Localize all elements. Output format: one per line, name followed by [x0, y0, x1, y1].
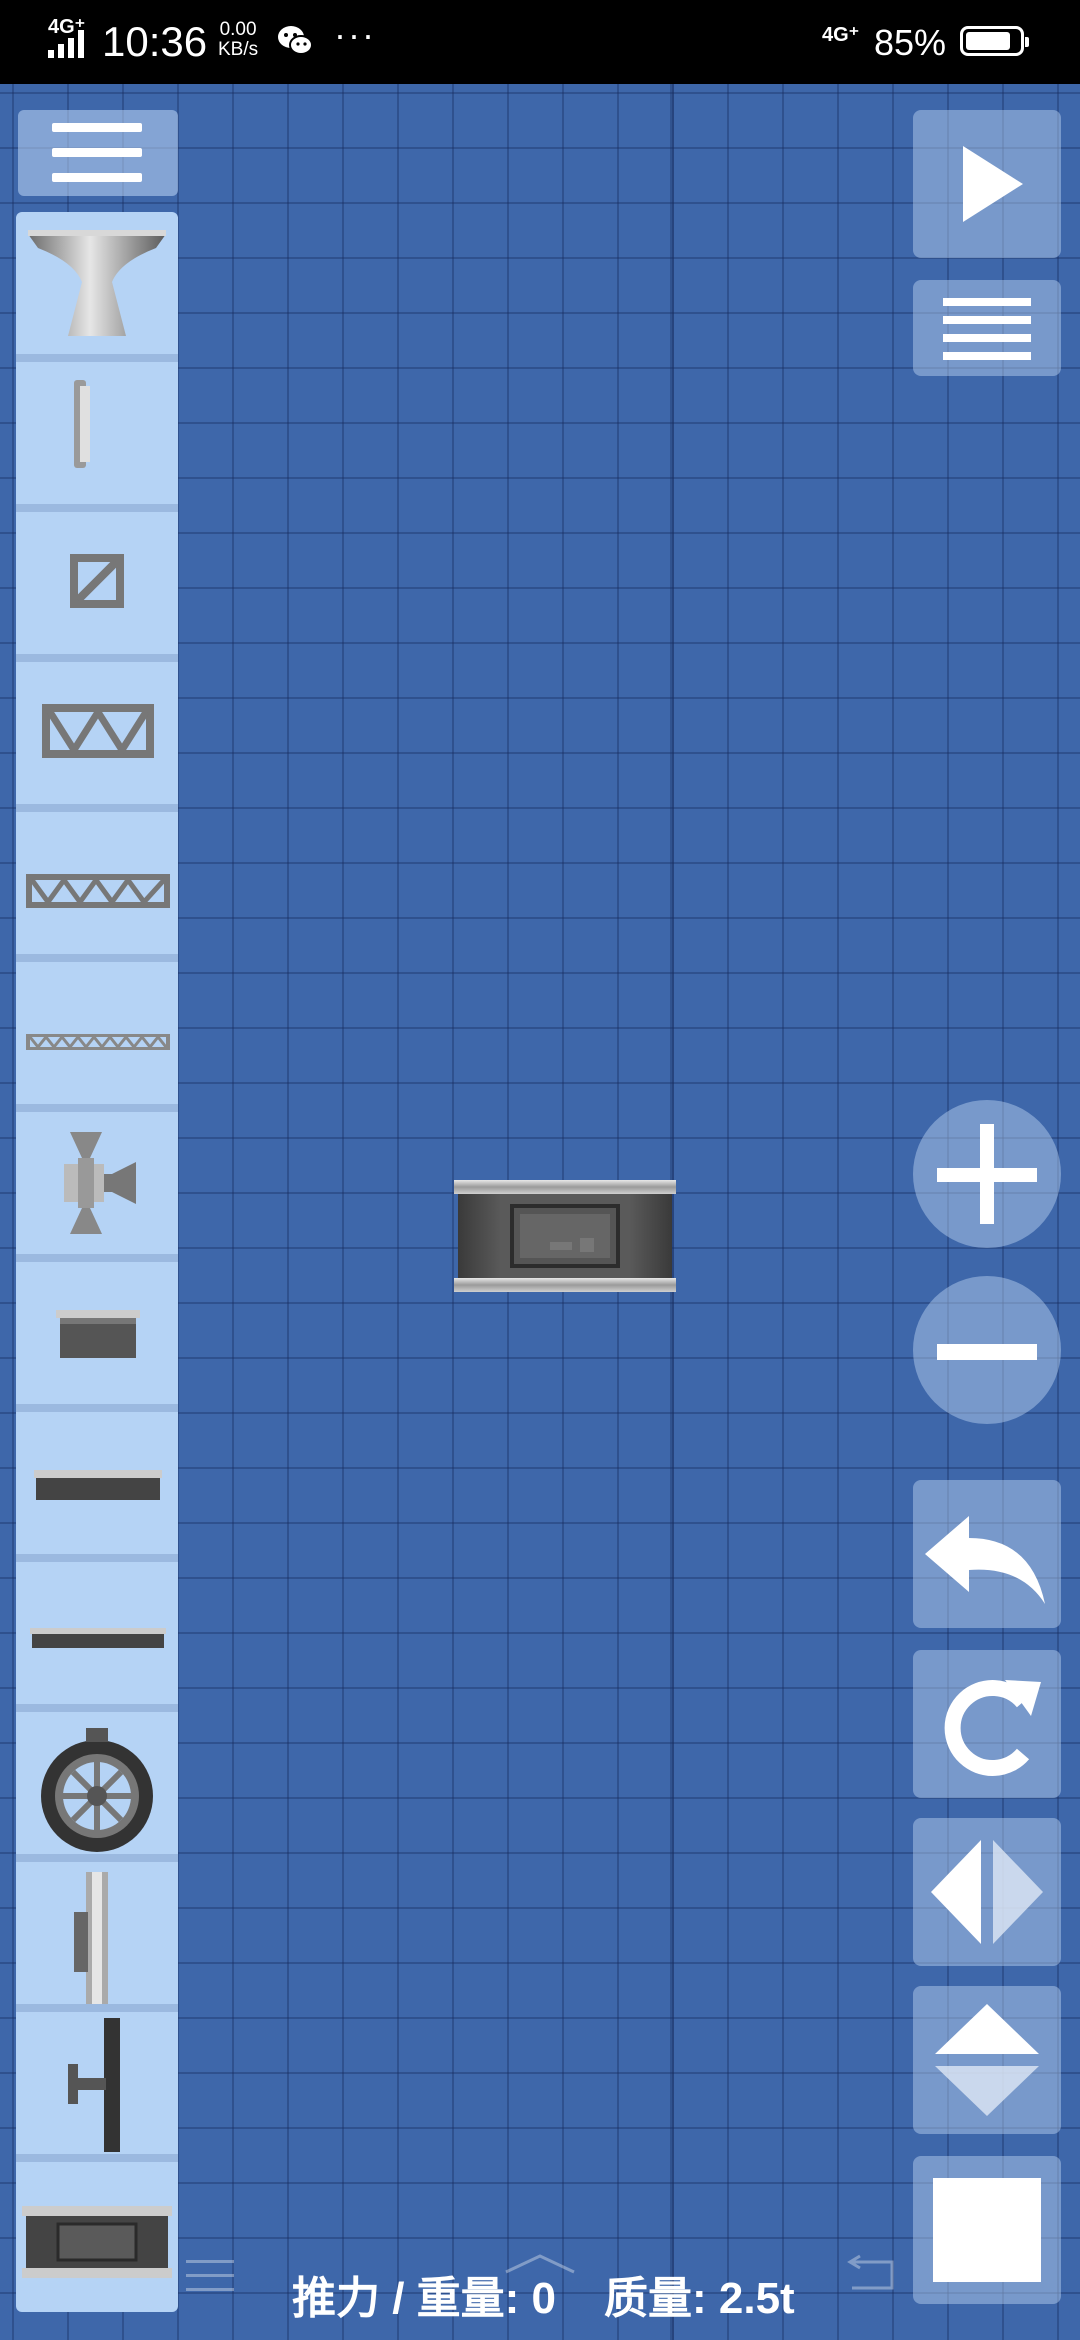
undo-button[interactable]: [913, 1480, 1061, 1628]
hamburger-bar: [52, 148, 142, 157]
rcs-thruster-icon: [64, 1132, 136, 1234]
part-small-tank[interactable]: [16, 1262, 178, 1412]
wheel-icon: [41, 1728, 153, 1852]
zoom-out-button[interactable]: [913, 1276, 1061, 1424]
flip-horizontal-icon: [931, 1840, 1043, 1944]
part-medium-truss[interactable]: [16, 662, 178, 812]
wechat-icon: [278, 26, 313, 55]
network-type-right: 4G⁺: [822, 24, 860, 46]
thrust-weight-ratio: 推力 / 重量: 0: [292, 2274, 557, 2323]
flip-horizontal-button[interactable]: [913, 1818, 1061, 1966]
play-icon: [963, 146, 1023, 222]
network-speed-unit: KB/s: [218, 39, 259, 60]
part-thin-truss[interactable]: [16, 962, 178, 1112]
part-side-mount[interactable]: [16, 1862, 178, 2012]
part-long-truss[interactable]: [16, 812, 178, 962]
status-bar: 4G⁺ 10:36 0.00 KB/s ··· 4G⁺ 85%: [0, 0, 1080, 84]
flip-vertical-icon: [935, 2004, 1039, 2116]
signal-icon: [48, 30, 84, 58]
stats-bar: 推力 / 重量: 0 质量: 2.5t: [0, 2262, 1080, 2323]
strut-arm-icon: [68, 2018, 120, 2152]
part-flat-plate[interactable]: [16, 1412, 178, 1562]
redo-button[interactable]: [913, 1650, 1061, 1798]
more-notifications-icon: ···: [334, 14, 376, 55]
engine-nozzle-icon: [28, 230, 166, 336]
hamburger-menu-icon: [52, 123, 142, 132]
side-panel-icon: [74, 380, 90, 468]
zoom-in-button[interactable]: [913, 1100, 1061, 1248]
network-speed: 0.00 KB/s: [218, 20, 258, 60]
flat-plate-icon: [34, 1470, 162, 1500]
battery-percent: 85%: [874, 22, 947, 63]
battery-icon: [960, 26, 1029, 56]
thin-plate-icon: [30, 1628, 166, 1648]
part-thin-plate[interactable]: [16, 1562, 178, 1712]
part-rcs[interactable]: [16, 1112, 178, 1262]
medium-truss-frame-icon: [42, 704, 154, 758]
parachute-side-icon: [74, 1872, 108, 2004]
battery-level: [966, 32, 1010, 50]
total-mass: 质量: 2.5t: [604, 2274, 795, 2323]
list-menu-icon: [943, 298, 1031, 360]
thin-truss-icon: [26, 1034, 170, 1050]
fuel-tank-small-icon: [56, 1310, 140, 1358]
minus-icon: [937, 1344, 1037, 1360]
small-square-frame-icon: [70, 554, 124, 608]
part-strut[interactable]: [16, 2012, 178, 2162]
plus-icon: [937, 1124, 1037, 1224]
play-button[interactable]: [913, 110, 1061, 258]
flip-vertical-button[interactable]: [913, 1986, 1061, 2134]
hamburger-bar: [52, 173, 142, 182]
long-truss-icon: [26, 874, 170, 908]
part-small-frame[interactable]: [16, 512, 178, 662]
part-side-panel[interactable]: [16, 362, 178, 512]
clock: 10:36: [102, 18, 208, 65]
part-wheel[interactable]: [16, 1712, 178, 1862]
redo-icon: [944, 1680, 1041, 1776]
network-speed-value: 0.00: [219, 19, 257, 40]
placed-fuel-tank[interactable]: [452, 1180, 678, 1292]
parts-menu-button[interactable]: [18, 110, 178, 196]
undo-icon: [925, 1516, 1045, 1604]
part-engine[interactable]: [16, 212, 178, 362]
parts-panel: [16, 212, 178, 2312]
list-menu-button[interactable]: [913, 280, 1061, 376]
